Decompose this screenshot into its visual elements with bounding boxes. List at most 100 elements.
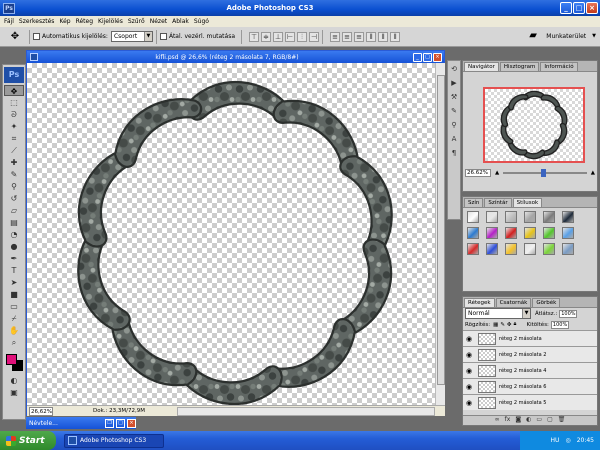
new-layer-icon[interactable]: ▢ xyxy=(547,416,553,425)
align-left-icon[interactable]: ⊢ xyxy=(285,31,296,42)
clone-stamp-tool-icon[interactable]: ⚲ xyxy=(4,181,24,192)
notes-tool-icon[interactable]: ▭ xyxy=(4,301,24,312)
adjustment-layer-icon[interactable]: ◐ xyxy=(526,416,531,425)
paragraph-icon[interactable]: ¶ xyxy=(449,149,459,159)
lock-pixels-icon[interactable]: ✎ xyxy=(500,322,505,328)
history-icon[interactable]: ⟲ xyxy=(449,65,459,75)
actions-icon[interactable]: ▶ xyxy=(449,79,459,89)
eye-icon[interactable]: ◉ xyxy=(463,351,475,359)
maximize-button[interactable]: □ xyxy=(573,2,585,14)
menu-help[interactable]: Súgó xyxy=(194,18,209,25)
close-button[interactable]: × xyxy=(586,2,598,14)
quick-mask-icon[interactable]: ◐ xyxy=(4,375,24,386)
lock-all-icon[interactable]: 🔒︎ xyxy=(514,321,517,328)
tab-styles[interactable]: Stílusok xyxy=(512,198,543,207)
menu-layer[interactable]: Réteg xyxy=(76,18,93,25)
canvas[interactable] xyxy=(27,63,435,405)
align-bottom-icon[interactable]: ⊥ xyxy=(273,31,284,42)
close-button[interactable]: × xyxy=(127,418,136,428)
move-tool-icon[interactable]: ✥ xyxy=(4,85,24,96)
pen-tool-icon[interactable]: ✒ xyxy=(4,253,24,264)
taskbar-photoshop[interactable]: Adobe Photoshop CS3 xyxy=(64,433,164,448)
gradient-tool-icon[interactable]: ▤ xyxy=(4,217,24,228)
style-swatch[interactable] xyxy=(467,227,479,239)
slice-tool-icon[interactable]: ⟋ xyxy=(4,145,24,156)
distribute-vcenter-icon[interactable]: ≡ xyxy=(342,31,353,42)
doc-close-button[interactable]: × xyxy=(433,52,442,62)
tab-layers[interactable]: Rétegek xyxy=(464,298,495,307)
navigator-zoom-field[interactable]: 26.62% xyxy=(465,169,491,177)
zoom-in-icon[interactable]: ▲ xyxy=(591,170,595,176)
layer-style-icon[interactable]: fx xyxy=(505,416,511,425)
document-size[interactable]: Dok.: 23,3M/72,9M xyxy=(93,408,145,414)
style-swatch[interactable] xyxy=(486,243,498,255)
menu-file[interactable]: Fájl xyxy=(4,18,14,25)
menu-image[interactable]: Kép xyxy=(59,18,70,25)
eye-icon[interactable]: ◉ xyxy=(463,335,475,343)
style-swatch[interactable] xyxy=(467,243,479,255)
lasso-tool-icon[interactable]: ᘐ xyxy=(4,109,24,120)
menu-window[interactable]: Ablak xyxy=(172,18,189,25)
start-button[interactable]: Start xyxy=(0,431,56,450)
history-brush-tool-icon[interactable]: ↺ xyxy=(4,193,24,204)
show-transform-checkbox[interactable] xyxy=(159,33,167,40)
foreground-color-swatch[interactable] xyxy=(6,354,17,365)
layer-mask-icon[interactable]: ◙ xyxy=(515,416,521,425)
menu-filter[interactable]: Szűrő xyxy=(128,18,145,25)
new-group-icon[interactable]: ▭ xyxy=(536,416,542,425)
eye-icon[interactable]: ◉ xyxy=(463,383,475,391)
marquee-tool-icon[interactable]: ⬚ xyxy=(4,97,24,108)
magic-wand-tool-icon[interactable]: ✦ xyxy=(4,121,24,132)
style-swatch[interactable] xyxy=(524,227,536,239)
distribute-top-icon[interactable]: ≡ xyxy=(330,31,341,42)
auto-select-dropdown[interactable]: Csoport ▼ xyxy=(110,31,153,42)
delete-layer-icon[interactable]: 🗑︎ xyxy=(558,416,566,425)
style-swatch[interactable] xyxy=(543,227,555,239)
navigator-preview[interactable] xyxy=(483,87,585,163)
layer-row[interactable]: ◉ réteg 2 másolata 5 xyxy=(463,394,597,410)
zoom-slider-knob[interactable] xyxy=(540,169,546,177)
eye-icon[interactable]: ◉ xyxy=(463,367,475,375)
workspace-switcher[interactable]: ▰ Munkaterület ▼ xyxy=(529,30,596,42)
style-swatch[interactable] xyxy=(543,243,555,255)
tab-paths[interactable]: Görbék xyxy=(532,298,561,307)
layer-row[interactable]: ◉ réteg 2 másolata 4 xyxy=(463,362,597,378)
clone-source-icon[interactable]: ⚲ xyxy=(449,121,459,131)
menu-edit[interactable]: Szerkesztés xyxy=(19,18,55,25)
opacity-field[interactable]: 100% xyxy=(559,309,578,318)
crop-tool-icon[interactable]: ⌗ xyxy=(4,133,24,144)
tab-swatches[interactable]: Színtár xyxy=(484,198,512,207)
clock[interactable]: 20:45 xyxy=(577,437,594,444)
blend-mode-dropdown[interactable]: Normál ▼ xyxy=(465,308,531,319)
menu-view[interactable]: Nézet xyxy=(150,18,167,25)
tab-info[interactable]: Információ xyxy=(540,62,578,71)
style-swatch[interactable] xyxy=(562,211,574,223)
distribute-hcenter-icon[interactable]: ⦀ xyxy=(378,31,389,42)
type-tool-icon[interactable]: T xyxy=(4,265,24,276)
tab-histogram[interactable]: Hisztogram xyxy=(499,62,540,71)
tab-color[interactable]: Szín xyxy=(464,198,484,207)
brush-tool-icon[interactable]: ✎ xyxy=(4,169,24,180)
style-swatch[interactable] xyxy=(467,211,479,223)
move-tool-preset-icon[interactable]: ✥ xyxy=(4,30,26,44)
hand-tool-icon[interactable]: ✋ xyxy=(4,325,24,336)
style-swatch[interactable] xyxy=(524,211,536,223)
horizontal-scrollbar[interactable] xyxy=(177,407,435,416)
eraser-tool-icon[interactable]: ▱ xyxy=(4,205,24,216)
style-swatch[interactable] xyxy=(562,227,574,239)
auto-select-checkbox[interactable] xyxy=(33,33,40,40)
eye-icon[interactable]: ◉ xyxy=(463,399,475,407)
style-swatch[interactable] xyxy=(524,243,536,255)
tab-channels[interactable]: Csatornák xyxy=(495,298,532,307)
distribute-left-icon[interactable]: ⦀ xyxy=(366,31,377,42)
layer-row[interactable]: ◉ réteg 2 másolata 2 xyxy=(463,346,597,362)
zoom-tool-icon[interactable]: ⌕ xyxy=(4,337,24,348)
style-swatch[interactable] xyxy=(486,227,498,239)
align-right-icon[interactable]: ⊣ xyxy=(309,31,320,42)
eyedropper-tool-icon[interactable]: ⌿ xyxy=(4,313,24,324)
style-swatch[interactable] xyxy=(562,243,574,255)
style-swatch[interactable] xyxy=(505,211,517,223)
restore-button[interactable]: ❐ xyxy=(105,418,114,428)
minimized-document[interactable]: Névtele... ❐ □ × xyxy=(26,417,136,429)
style-swatch[interactable] xyxy=(505,243,517,255)
